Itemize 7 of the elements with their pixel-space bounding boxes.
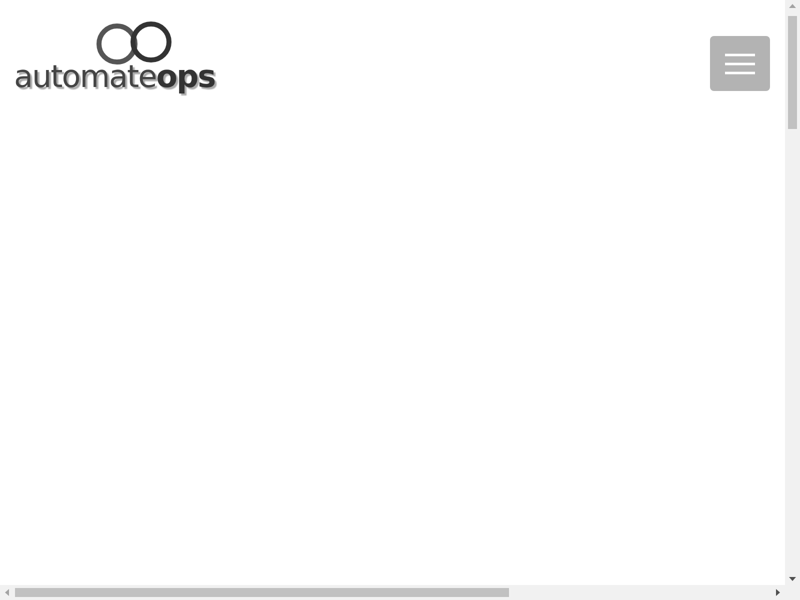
vertical-scrollbar[interactable] <box>785 0 800 585</box>
menu-button[interactable] <box>710 36 770 91</box>
scrollbar-thumb[interactable] <box>788 16 797 129</box>
logo-text[interactable]: automateops <box>14 62 216 93</box>
horizontal-scrollbar[interactable] <box>0 585 785 600</box>
scrollbar-thumb[interactable] <box>15 588 509 597</box>
menu-icon <box>725 52 755 74</box>
